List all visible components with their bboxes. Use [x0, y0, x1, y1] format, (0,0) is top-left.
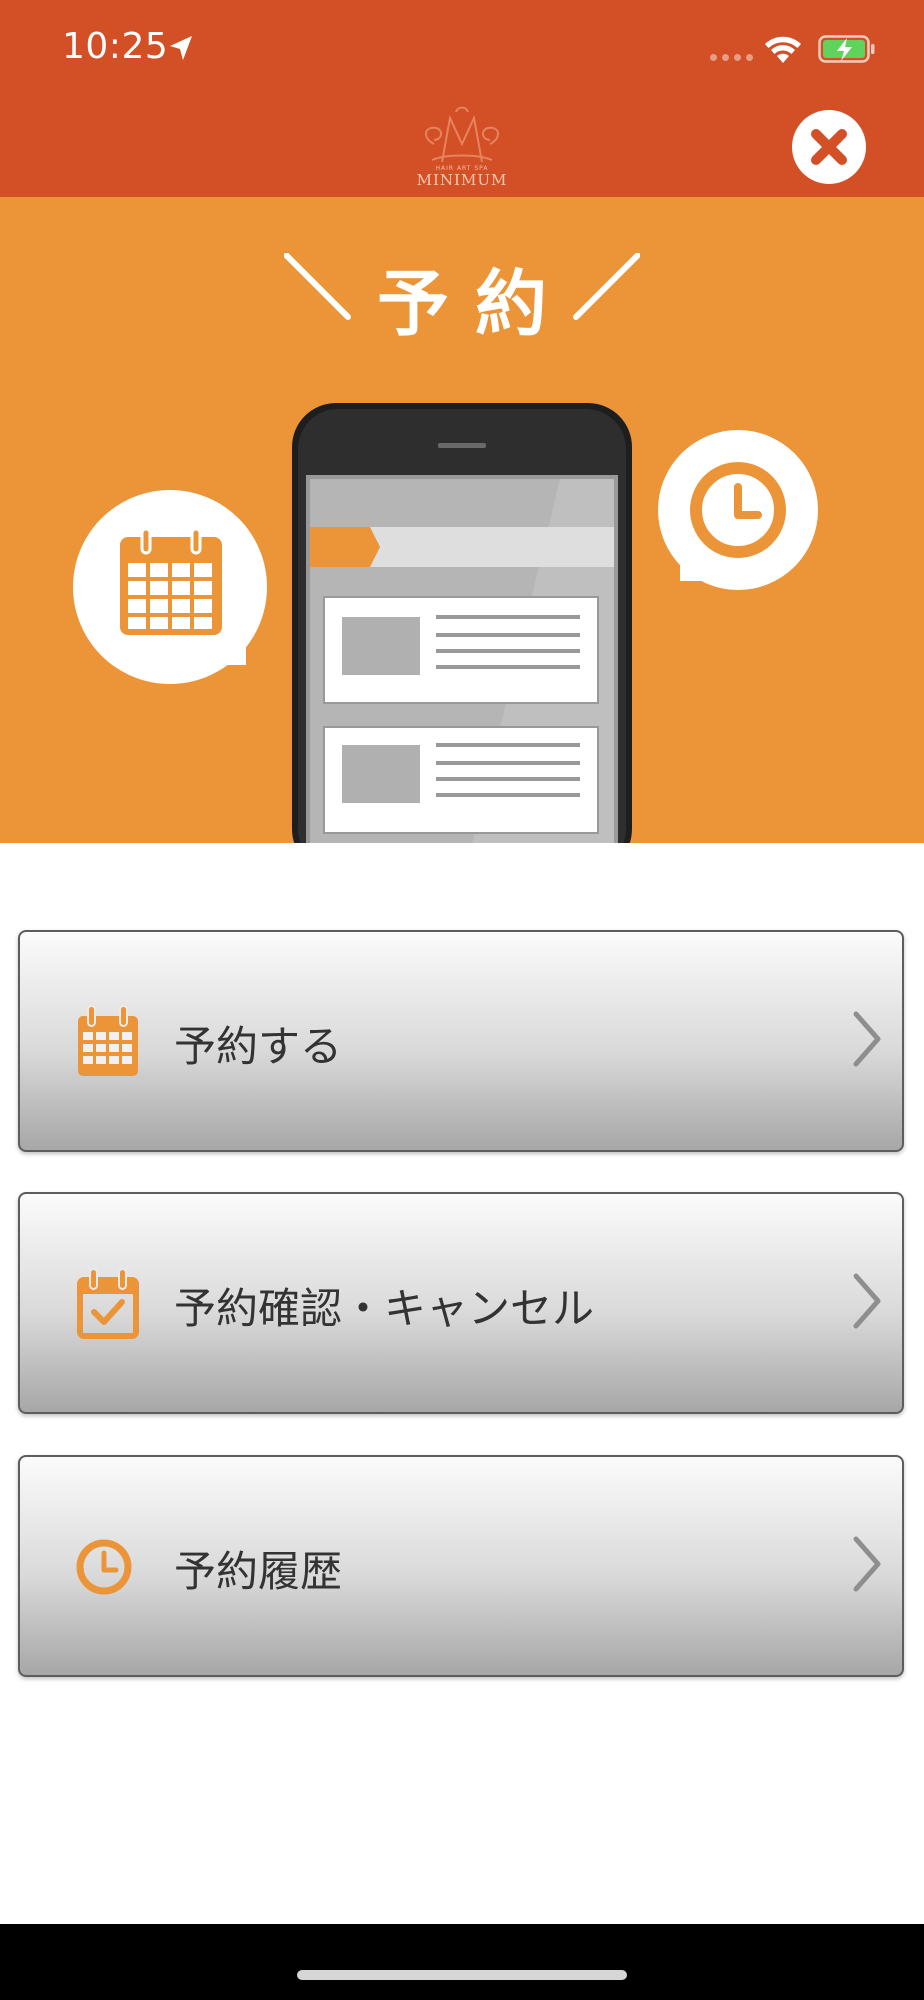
- reservation-history-button[interactable]: 予約履歴: [18, 1455, 904, 1677]
- top-bar: 10:25 HAIR ART SPA MINIMUM: [0, 0, 924, 197]
- reservation-history-label: 予約履歴: [174, 1547, 343, 1596]
- make-reservation-button[interactable]: 予約する: [18, 930, 904, 1152]
- brand-name: MINIMUM: [416, 171, 508, 189]
- confirm-cancel-label: 予約確認・キャンセル: [174, 1284, 595, 1333]
- calendar-icon: [78, 1005, 138, 1076]
- hero-title: 予約: [376, 262, 573, 346]
- home-indicator[interactable]: [297, 1970, 627, 1980]
- battery-charging-icon: [818, 35, 875, 63]
- bottom-bar: [0, 1924, 924, 2000]
- hero-banner: 予約: [0, 197, 924, 843]
- signal-icon: [710, 54, 753, 61]
- title-decoration-right: [573, 253, 640, 320]
- location-arrow-icon: [170, 36, 192, 60]
- close-icon: [811, 129, 847, 165]
- chevron-right-icon: [853, 1536, 881, 1592]
- close-button[interactable]: [792, 110, 866, 184]
- make-reservation-label: 予約する: [174, 1022, 343, 1071]
- chevron-right-icon: [853, 1011, 881, 1067]
- confirm-cancel-reservation-button[interactable]: 予約確認・キャンセル: [18, 1192, 904, 1414]
- wifi-icon: [765, 36, 801, 63]
- calendar-check-icon: [77, 1268, 139, 1339]
- status-time: 10:25: [62, 26, 169, 67]
- clock-icon: [76, 1539, 132, 1595]
- chevron-right-icon: [853, 1273, 881, 1329]
